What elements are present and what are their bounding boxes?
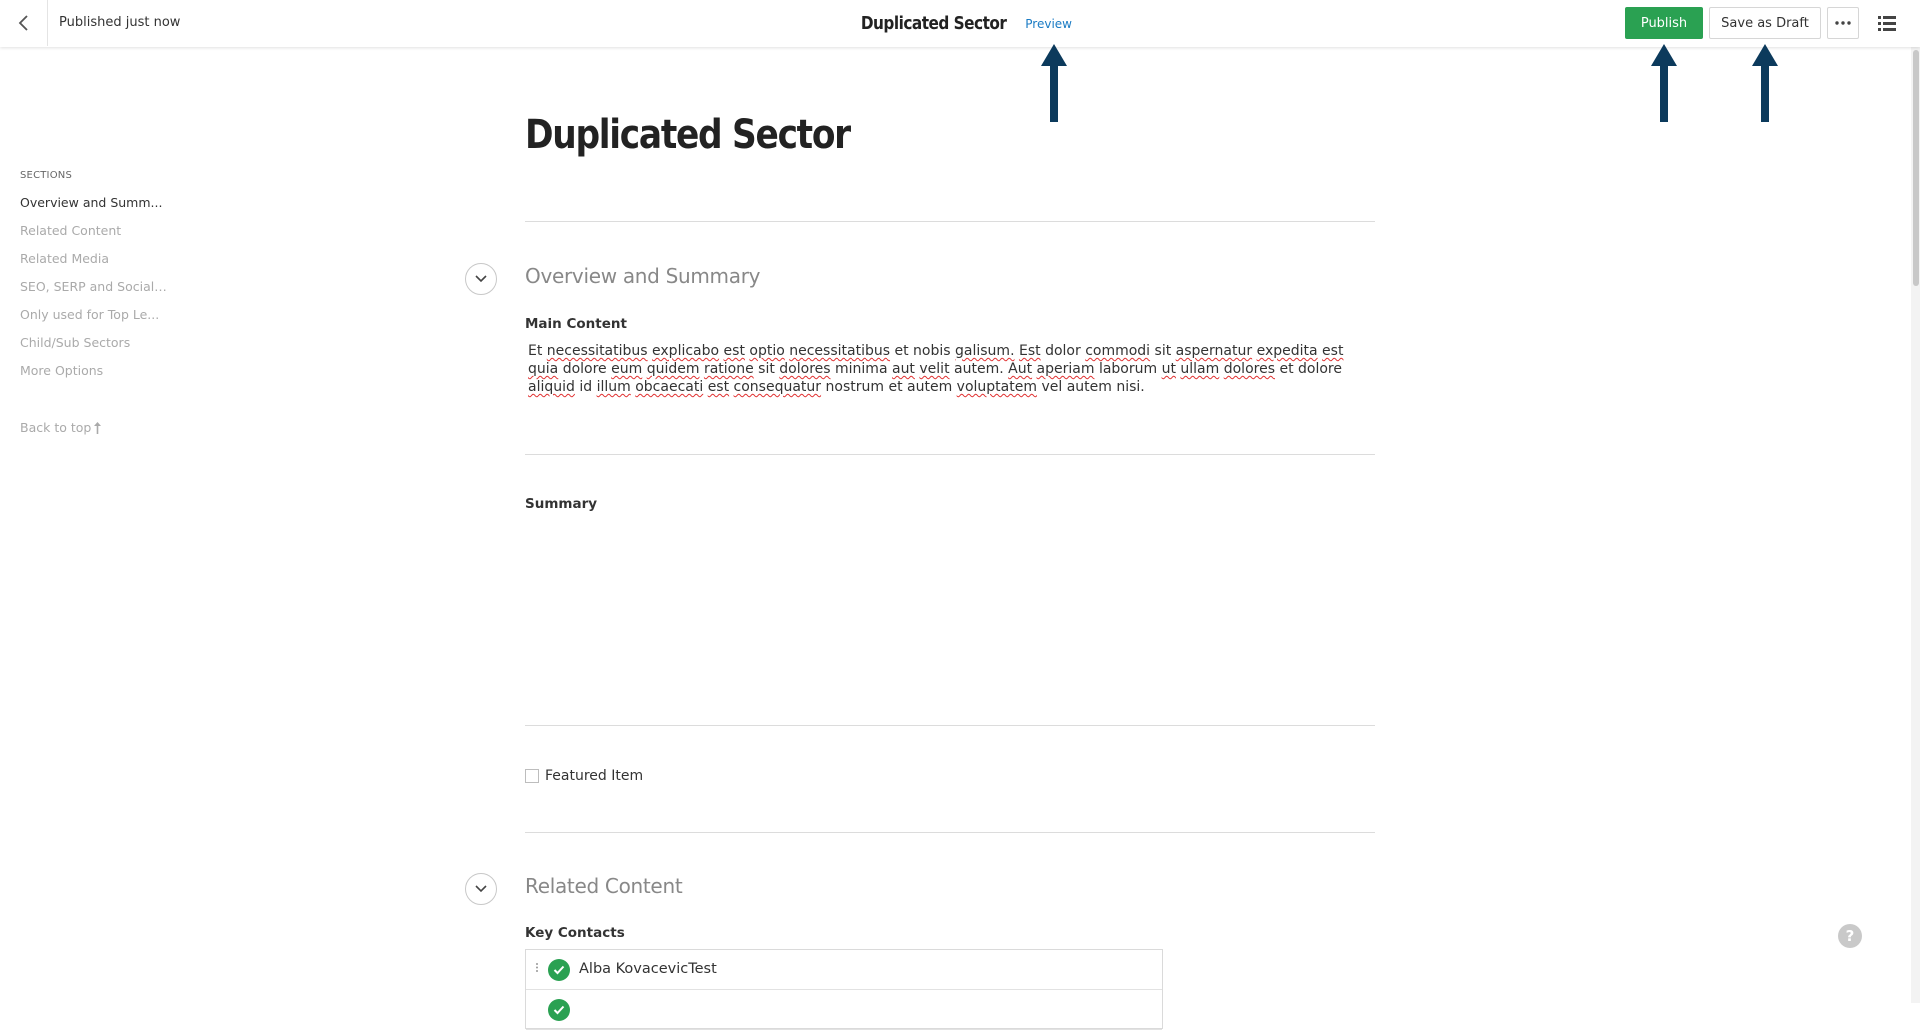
overview-section-title: Overview and Summary bbox=[525, 264, 761, 288]
back-to-top-label: Back to top bbox=[20, 420, 92, 435]
sidebar-item-more-options[interactable]: More Options bbox=[20, 362, 170, 390]
preview-link[interactable]: Preview bbox=[1025, 17, 1072, 31]
sidebar-item-related-media[interactable]: Related Media bbox=[20, 250, 170, 278]
collapse-related-content-button[interactable] bbox=[465, 873, 497, 905]
more-options-button[interactable] bbox=[1827, 7, 1859, 39]
back-button[interactable] bbox=[0, 0, 48, 46]
featured-item-checkbox[interactable] bbox=[525, 769, 539, 783]
list-view-icon bbox=[1878, 15, 1896, 31]
featured-item-row: Featured Item bbox=[525, 768, 643, 784]
help-icon[interactable]: ? bbox=[1838, 924, 1862, 948]
page-title: Duplicated Sector bbox=[525, 112, 851, 158]
sidebar-item-child-sectors[interactable]: Child/Sub Sectors bbox=[20, 334, 170, 362]
sidebar-item-related-content[interactable]: Related Content bbox=[20, 222, 170, 250]
summary-label: Summary bbox=[525, 496, 598, 512]
list-item[interactable]: Alba KovacevicTest bbox=[526, 950, 1162, 990]
key-contacts-label: Key Contacts bbox=[525, 925, 625, 941]
main-content-label: Main Content bbox=[525, 316, 627, 332]
back-arrow-icon bbox=[18, 15, 28, 31]
publish-button[interactable]: Publish bbox=[1625, 7, 1703, 39]
sidebar-item-overview[interactable]: Overview and Summ... bbox=[20, 194, 170, 222]
collapse-overview-button[interactable] bbox=[465, 263, 497, 295]
divider bbox=[525, 832, 1375, 833]
top-bar: Published just now Duplicated Sector Pre… bbox=[0, 0, 1920, 47]
featured-item-label: Featured Item bbox=[545, 768, 644, 784]
main-content-editor[interactable]: Et necessitatibus explicabo est optio ne… bbox=[528, 342, 1373, 396]
sections-heading: SECTIONS bbox=[20, 170, 73, 181]
ellipsis-icon bbox=[1835, 21, 1851, 25]
list-item[interactable] bbox=[526, 990, 1162, 1030]
publish-status: Published just now bbox=[59, 15, 181, 30]
sidebar-item-seo[interactable]: SEO, SERP and Social ... bbox=[20, 278, 170, 306]
contact-name: Alba KovacevicTest bbox=[579, 961, 717, 977]
back-to-top-link[interactable]: Back to top bbox=[20, 420, 170, 435]
list-view-button[interactable] bbox=[1872, 9, 1902, 37]
scrollbar-thumb[interactable] bbox=[1913, 50, 1919, 286]
arrow-up-icon bbox=[1651, 44, 1677, 122]
chevron-down-icon bbox=[475, 885, 487, 893]
save-as-draft-button[interactable]: Save as Draft bbox=[1709, 7, 1821, 39]
arrow-up-icon bbox=[1752, 44, 1778, 122]
divider bbox=[525, 221, 1375, 222]
check-icon bbox=[548, 999, 570, 1021]
summary-editor[interactable] bbox=[525, 520, 1375, 720]
arrow-up-icon bbox=[1041, 44, 1067, 122]
drag-handle-icon[interactable] bbox=[534, 962, 540, 976]
key-contacts-list: Alba KovacevicTest bbox=[525, 949, 1163, 1030]
related-content-section-title: Related Content bbox=[525, 874, 683, 898]
sections-sidebar: SECTIONS Overview and Summ... Related Co… bbox=[20, 170, 170, 435]
divider bbox=[525, 725, 1375, 726]
check-icon bbox=[548, 959, 570, 981]
divider bbox=[525, 454, 1375, 455]
sidebar-item-top-level[interactable]: Only used for Top Le... bbox=[20, 306, 170, 334]
document-title: Duplicated Sector bbox=[860, 12, 1007, 34]
arrow-up-icon bbox=[94, 421, 102, 434]
chevron-down-icon bbox=[475, 275, 487, 283]
